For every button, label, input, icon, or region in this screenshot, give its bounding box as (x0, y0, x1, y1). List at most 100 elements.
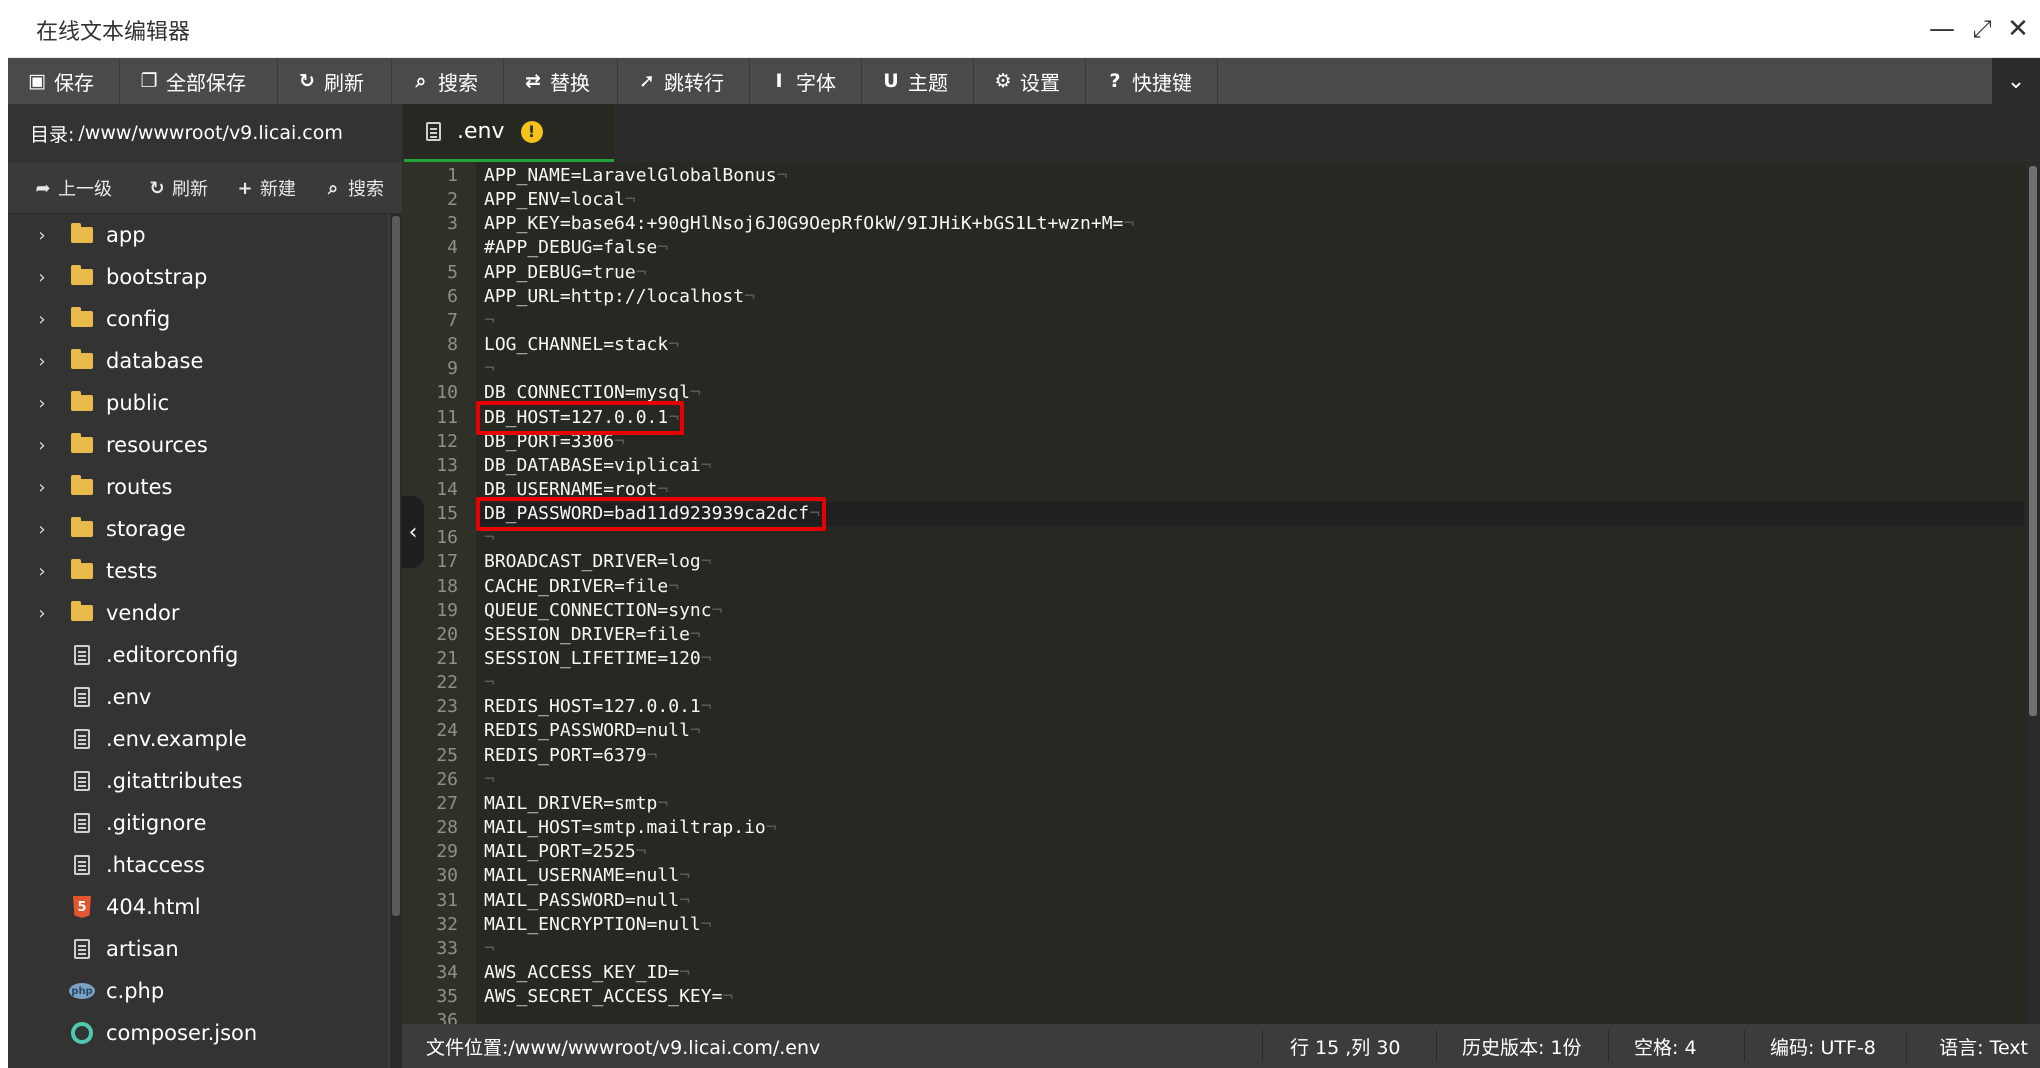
code-line[interactable]: MAIL_USERNAME=null¬ (484, 864, 690, 888)
tree-folder[interactable]: › routes (8, 466, 388, 508)
tree-folder[interactable]: › public (8, 382, 388, 424)
tree-file[interactable]: .env (8, 676, 388, 718)
new-file-button[interactable]: + 新建 (234, 162, 296, 214)
tree-file[interactable]: 5 404.html (8, 886, 388, 928)
save-all-button[interactable]: ❐ 全部保存 (120, 58, 278, 104)
code-text: DB_DATABASE=viplicai (484, 454, 701, 476)
tree-folder[interactable]: › app (8, 214, 388, 256)
tree-file[interactable]: .editorconfig (8, 634, 388, 676)
sidebar-refresh-button[interactable]: ↻ 刷新 (146, 162, 208, 214)
sidebar-scroll-thumb[interactable] (392, 216, 400, 916)
code-line[interactable]: ¬ (484, 937, 495, 961)
chevron-right-icon[interactable]: › (30, 309, 54, 330)
eol-marker: ¬ (700, 696, 712, 718)
code-line[interactable]: REDIS_HOST=127.0.0.1¬ (484, 695, 712, 719)
minimize-icon[interactable]: — (1922, 10, 1962, 48)
status-divider (1608, 1030, 1609, 1062)
code-line[interactable]: ¬ (484, 671, 495, 695)
tree-folder[interactable]: › bootstrap (8, 256, 388, 298)
code-line[interactable]: AWS_ACCESS_KEY_ID=¬ (484, 961, 690, 985)
tree-folder[interactable]: › config (8, 298, 388, 340)
code-line[interactable]: DB_DATABASE=viplicai¬ (484, 454, 712, 478)
code-line[interactable]: #APP_DEBUG=false¬ (484, 236, 668, 260)
code-line[interactable]: MAIL_PORT=2525¬ (484, 840, 647, 864)
sidebar-scrollbar[interactable] (390, 214, 402, 1068)
code-line[interactable]: SESSION_DRIVER=file¬ (484, 623, 701, 647)
code-line[interactable]: APP_URL=http://localhost¬ (484, 285, 755, 309)
code-line[interactable]: AWS_SECRET_ACCESS_KEY=¬ (484, 985, 733, 1009)
goto-line-button[interactable]: ➚ 跳转行 (618, 58, 750, 104)
code-line[interactable]: APP_DEBUG=true¬ (484, 261, 647, 285)
code-line[interactable]: SESSION_LIFETIME=120¬ (484, 647, 712, 671)
chevron-right-icon[interactable]: › (30, 603, 54, 624)
code-line[interactable]: ¬ (484, 768, 495, 792)
editor-scrollbar[interactable] (2026, 162, 2040, 1024)
html5-icon: 5 (68, 896, 96, 918)
code-line[interactable]: MAIL_HOST=smtp.mailtrap.io¬ (484, 816, 777, 840)
chevron-right-icon[interactable]: › (30, 351, 54, 372)
eol-marker: ¬ (689, 382, 701, 404)
code-line[interactable]: APP_KEY=base64:+90gHlNsoj6J0G9OepRfOkW/9… (484, 212, 1134, 236)
tree-file[interactable]: composer.json (8, 1012, 388, 1054)
code-line[interactable]: LOG_CHANNEL=stack¬ (484, 333, 679, 357)
chevron-right-icon[interactable]: › (30, 477, 54, 498)
maximize-icon[interactable]: ⤢ (1962, 10, 2002, 48)
code-line[interactable]: APP_NAME=LaravelGlobalBonus¬ (484, 164, 787, 188)
tree-file[interactable]: .gitignore (8, 802, 388, 844)
code-line[interactable]: ¬ (484, 357, 495, 381)
tree-file[interactable]: php c.php (8, 970, 388, 1012)
chevron-right-icon[interactable]: › (30, 435, 54, 456)
code-line[interactable]: REDIS_PASSWORD=null¬ (484, 719, 701, 743)
sidebar-search-button[interactable]: ⌕ 搜索 (322, 162, 384, 214)
shortcuts-button[interactable]: ? 快捷键 (1086, 58, 1218, 104)
code-editor[interactable]: 1 2 3 4 5 6 7 8 9 10 11 12 13 14 15 16 17 18 19 20 21 22 23 24 2… (402, 162, 2040, 1024)
language-setting[interactable]: 语言: Text (1912, 1024, 2028, 1068)
indent-setting[interactable]: 空格: 4 (1634, 1024, 1697, 1068)
search-button[interactable]: ⌕ 搜索 (392, 58, 504, 104)
code-text: REDIS_PASSWORD=null (484, 720, 690, 742)
chevron-right-icon[interactable]: › (30, 225, 54, 246)
history-versions[interactable]: 历史版本: 1份 (1462, 1024, 1582, 1068)
code-line[interactable]: MAIL_PASSWORD=null¬ (484, 889, 690, 913)
line-number: 23 (436, 696, 458, 718)
tree-folder[interactable]: › database (8, 340, 388, 382)
settings-button[interactable]: ⚙ 设置 (974, 58, 1086, 104)
tree-file[interactable]: .gitattributes (8, 760, 388, 802)
editor-scroll-thumb[interactable] (2029, 166, 2037, 716)
theme-button[interactable]: U 主题 (862, 58, 974, 104)
code-line[interactable]: APP_ENV=local¬ (484, 188, 636, 212)
tree-file[interactable]: .env.example (8, 718, 388, 760)
refresh-button[interactable]: ↻ 刷新 (278, 58, 392, 104)
replace-button[interactable]: ⇄ 替换 (504, 58, 618, 104)
chevron-right-icon[interactable]: › (30, 519, 54, 540)
tree-folder[interactable]: › resources (8, 424, 388, 466)
code-line[interactable]: REDIS_PORT=6379¬ (484, 744, 657, 768)
chevron-right-icon[interactable]: › (30, 393, 54, 414)
tree-folder[interactable]: › vendor (8, 592, 388, 634)
code-line[interactable]: CACHE_DRIVER=file¬ (484, 575, 679, 599)
close-icon[interactable]: ✕ (1998, 10, 2038, 48)
line-number: 31 (436, 889, 458, 911)
code-line[interactable]: BROADCAST_DRIVER=log¬ (484, 550, 712, 574)
cursor-position[interactable]: 行 15 ,列 30 (1290, 1024, 1401, 1068)
tab-label: .env (457, 119, 505, 144)
tree-file[interactable]: artisan (8, 928, 388, 970)
save-icon: ▣ (28, 70, 46, 92)
encoding-setting[interactable]: 编码: UTF-8 (1770, 1024, 1876, 1068)
code-line[interactable]: MAIL_DRIVER=smtp¬ (484, 792, 668, 816)
code-line[interactable]: QUEUE_CONNECTION=sync¬ (484, 599, 722, 623)
tree-item-label: .gitignore (106, 811, 207, 835)
code-line[interactable]: MAIL_ENCRYPTION=null¬ (484, 913, 712, 937)
chevron-right-icon[interactable]: › (30, 267, 54, 288)
tree-file[interactable]: .htaccess (8, 844, 388, 886)
tab-env[interactable]: .env ! (404, 104, 614, 162)
chevron-down-icon[interactable]: ⌄ (1992, 58, 2040, 104)
tree-folder[interactable]: › tests (8, 550, 388, 592)
parent-dir-button[interactable]: ➦ 上一级 (32, 162, 112, 214)
font-button[interactable]: I 字体 (750, 58, 862, 104)
collapse-sidebar-icon[interactable]: ‹ (402, 496, 424, 568)
tree-folder[interactable]: › storage (8, 508, 388, 550)
save-button[interactable]: ▣ 保存 (8, 58, 120, 104)
code-line[interactable]: ¬ (484, 309, 495, 333)
chevron-right-icon[interactable]: › (30, 561, 54, 582)
